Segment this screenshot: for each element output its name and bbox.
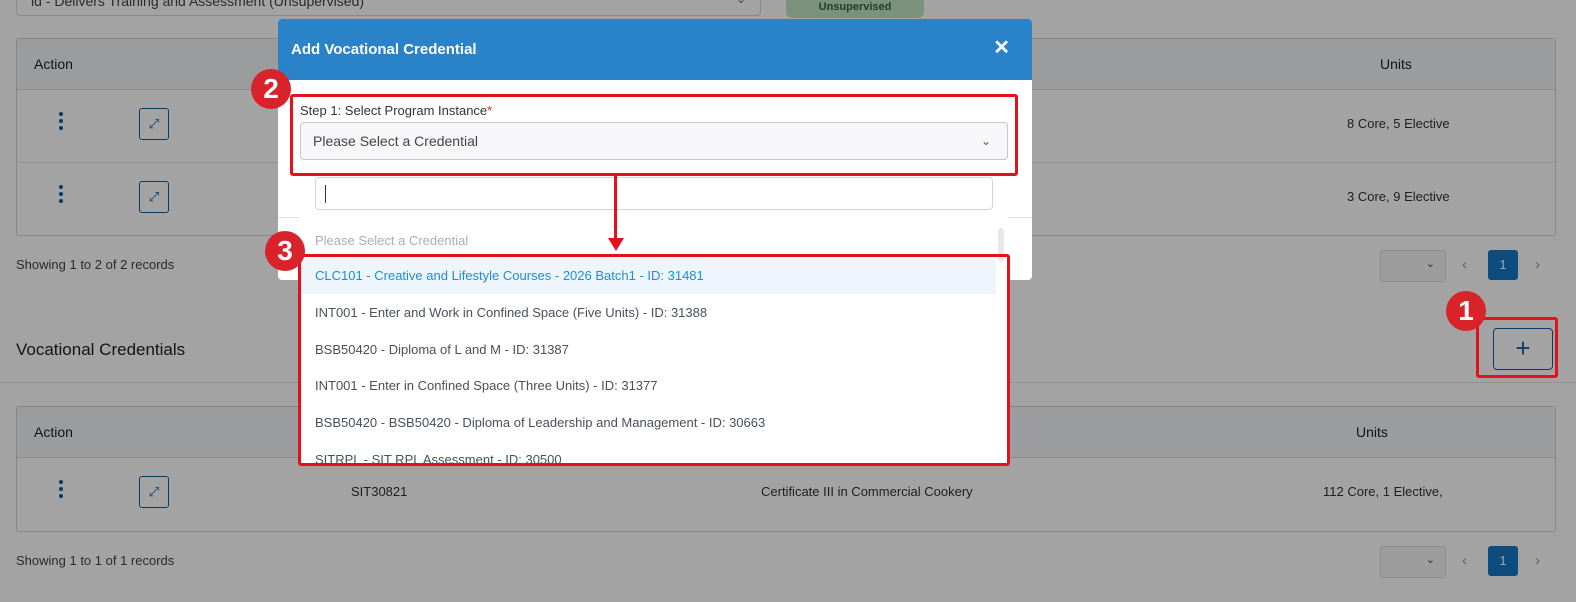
- modal-title: Add Vocational Credential: [291, 41, 477, 58]
- dropdown-placeholder-option[interactable]: Please Select a Credential: [315, 233, 468, 248]
- annotation-badge-2: 2: [251, 69, 291, 109]
- annotation-arrow: [614, 175, 617, 241]
- text-caret: [325, 185, 326, 203]
- annotation-badge-3: 3: [265, 231, 305, 271]
- annotation-arrow-head: [608, 238, 624, 251]
- annotation-box-3: [298, 254, 1010, 466]
- annotation-badge-1: 1: [1446, 291, 1486, 331]
- annotation-box-1: [1476, 317, 1558, 378]
- modal-header: Add Vocational Credential ✕: [278, 19, 1032, 80]
- close-icon[interactable]: ✕: [993, 35, 1010, 60]
- annotation-box-2: [290, 94, 1018, 176]
- dropdown-search-input[interactable]: [315, 177, 993, 210]
